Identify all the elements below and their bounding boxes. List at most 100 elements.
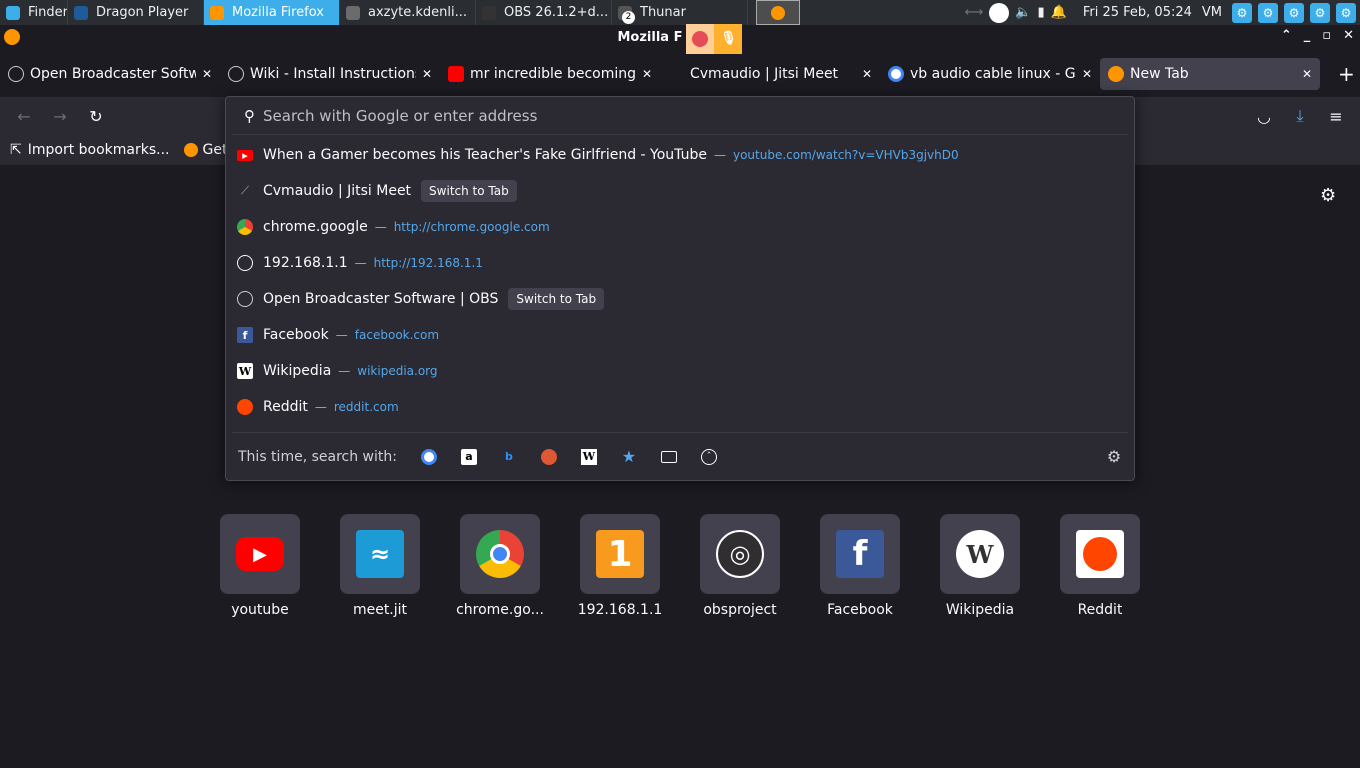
task-firefox[interactable]: Mozilla Firefox xyxy=(204,0,340,25)
tab-obs[interactable]: Open Broadcaster Softw ✕ xyxy=(0,58,220,90)
back-button[interactable]: ← xyxy=(6,107,42,126)
close-icon[interactable]: ✕ xyxy=(202,67,212,81)
top-site-tile[interactable]: ≈ meet.jit xyxy=(340,514,420,618)
firefox-launcher[interactable] xyxy=(756,0,800,25)
top-site-tile[interactable]: chrome.go... xyxy=(456,514,544,618)
close-icon[interactable]: ✕ xyxy=(1343,28,1354,43)
history-icon[interactable]: ˆ xyxy=(700,448,717,465)
reddit-icon xyxy=(237,399,253,415)
result-title: When a Gamer becomes his Teacher's Fake … xyxy=(263,147,707,163)
top-site-tile[interactable]: ◎ obsproject xyxy=(700,514,780,618)
tab-title: vb audio cable linux - Go xyxy=(910,66,1076,82)
close-icon[interactable]: ✕ xyxy=(1082,67,1092,81)
bookmarks-star-icon[interactable]: ★ xyxy=(621,447,637,466)
result-row[interactable]: Reddit — reddit.com xyxy=(226,389,1134,425)
tile-box: W xyxy=(940,514,1020,594)
result-title: Cvmaudio | Jitsi Meet xyxy=(263,183,412,199)
wikipedia-icon: W xyxy=(237,363,253,379)
gear-icon[interactable]: ⚙ xyxy=(1310,2,1330,23)
forward-button[interactable]: → xyxy=(42,107,78,126)
top-site-tile[interactable]: W Wikipedia xyxy=(940,514,1020,618)
urlbar-results: ▸ When a Gamer becomes his Teacher's Fake… xyxy=(226,135,1134,425)
amazon-icon[interactable]: a xyxy=(460,448,477,465)
task-label: Mozilla Firefox xyxy=(232,5,324,20)
result-row[interactable]: W Wikipedia — wikipedia.org xyxy=(226,353,1134,389)
result-row[interactable]: chrome.google — http://chrome.google.com xyxy=(226,209,1134,245)
top-site-tile[interactable]: Reddit xyxy=(1060,514,1140,618)
close-icon[interactable]: ✕ xyxy=(862,67,872,81)
getting-started-label: Get xyxy=(202,142,228,158)
result-url: http://192.168.1.1 xyxy=(373,256,483,270)
sharing-indicator[interactable]: 🎙 xyxy=(686,23,743,54)
chevron-up-icon[interactable]: ⌃ xyxy=(1281,28,1292,43)
switch-to-tab-button[interactable]: Switch to Tab xyxy=(421,180,517,202)
task-dragon-player[interactable]: Dragon Player xyxy=(68,0,204,25)
bing-icon[interactable]: b xyxy=(501,449,517,465)
result-title: Reddit xyxy=(263,399,308,415)
import-bookmarks[interactable]: ⇱ Import bookmarks... xyxy=(10,142,170,158)
separator: — xyxy=(354,256,367,270)
close-icon[interactable]: ✕ xyxy=(422,67,432,81)
top-site-tile[interactable]: 1 192.168.1.1 xyxy=(578,514,662,618)
obs-tray-icon[interactable] xyxy=(989,2,1010,23)
tab-new-tab[interactable]: New Tab ✕ xyxy=(1100,58,1320,90)
result-row[interactable]: ⟋ Cvmaudio | Jitsi Meet Switch to Tab xyxy=(226,173,1134,209)
result-row[interactable]: f Facebook — facebook.com xyxy=(226,317,1134,353)
tab-google[interactable]: vb audio cable linux - Go ✕ xyxy=(880,58,1100,90)
gear-icon[interactable]: ⚙ xyxy=(1258,2,1278,23)
gear-icon[interactable]: ⚙ xyxy=(1232,2,1252,23)
tab-jitsi[interactable]: Cvmaudio | Jitsi Meet ✕ xyxy=(660,58,880,90)
tabs-icon[interactable] xyxy=(660,450,677,463)
result-row[interactable]: ▸ When a Gamer becomes his Teacher's Fake… xyxy=(226,137,1134,173)
task-obs[interactable]: OBS 26.1.2+d... xyxy=(476,0,612,25)
microphone-icon[interactable]: 🎙 xyxy=(714,23,743,54)
task-kdenlive[interactable]: axzyte.kdenli... xyxy=(340,0,476,25)
duckduckgo-icon[interactable] xyxy=(540,448,557,465)
menu-icon[interactable]: ≡ xyxy=(1318,107,1354,126)
gear-icon[interactable]: ⚙ xyxy=(1106,447,1122,466)
search-icon: ⚲ xyxy=(244,106,255,125)
tile-box: ≈ xyxy=(340,514,420,594)
gear-icon[interactable]: ⚙ xyxy=(1320,185,1336,206)
switch-to-tab-button[interactable]: Switch to Tab xyxy=(508,288,605,310)
volume-icon[interactable]: 🔈 xyxy=(1015,5,1031,20)
result-url: reddit.com xyxy=(333,400,399,414)
google-icon[interactable] xyxy=(420,448,437,465)
close-icon[interactable]: ✕ xyxy=(1302,67,1312,81)
maximize-icon[interactable]: ▫ xyxy=(1322,28,1331,43)
downloads-icon[interactable]: ⤓ xyxy=(1282,106,1318,126)
result-row[interactable]: 192.168.1.1 — http://192.168.1.1 xyxy=(226,245,1134,281)
close-icon[interactable]: ✕ xyxy=(642,67,652,81)
result-row[interactable]: Open Broadcaster Software | OBS Switch to… xyxy=(226,281,1134,317)
reload-button[interactable]: ↻ xyxy=(78,107,114,126)
tile-label: obsproject xyxy=(703,602,777,618)
task-finder[interactable]: Finder xyxy=(0,0,68,25)
pocket-icon[interactable]: ◡ xyxy=(1246,107,1282,126)
globe-icon xyxy=(237,255,253,271)
result-title: Open Broadcaster Software | OBS xyxy=(263,291,499,307)
new-tab-button[interactable]: + xyxy=(1338,62,1355,86)
getting-started-bookmark[interactable]: Get xyxy=(183,142,228,158)
task-label: axzyte.kdenli... xyxy=(368,5,468,20)
tab-wiki[interactable]: Wiki - Install Instructions ✕ xyxy=(220,58,440,90)
result-url: http://chrome.google.com xyxy=(393,220,550,234)
network-icon[interactable]: ⟷ xyxy=(965,5,984,20)
search-with-label: This time, search with: xyxy=(238,448,397,465)
task-thunar[interactable]: Thunar 2 xyxy=(612,0,748,25)
battery-icon[interactable]: ▮ xyxy=(1038,5,1045,20)
tab-title: mr incredible becoming xyxy=(470,66,636,82)
top-site-tile[interactable]: f Facebook xyxy=(820,514,900,618)
tile-label: youtube xyxy=(231,602,289,618)
result-url: facebook.com xyxy=(354,328,440,342)
top-site-tile[interactable]: ▶ youtube xyxy=(220,514,300,618)
clock[interactable]: Fri 25 Feb, 05:24 xyxy=(1083,5,1192,20)
urlbar-input[interactable] xyxy=(263,106,1103,125)
notifications-icon[interactable]: 🔔 xyxy=(1051,5,1067,20)
gear-icon[interactable]: ⚙ xyxy=(1336,2,1356,23)
minimize-icon[interactable]: _ xyxy=(1304,28,1311,43)
result-title: Wikipedia xyxy=(263,363,332,379)
tab-youtube[interactable]: mr incredible becoming ✕ xyxy=(440,58,660,90)
gear-icon[interactable]: ⚙ xyxy=(1284,2,1304,23)
result-url: wikipedia.org xyxy=(357,364,438,378)
wikipedia-icon[interactable]: W xyxy=(580,448,597,465)
